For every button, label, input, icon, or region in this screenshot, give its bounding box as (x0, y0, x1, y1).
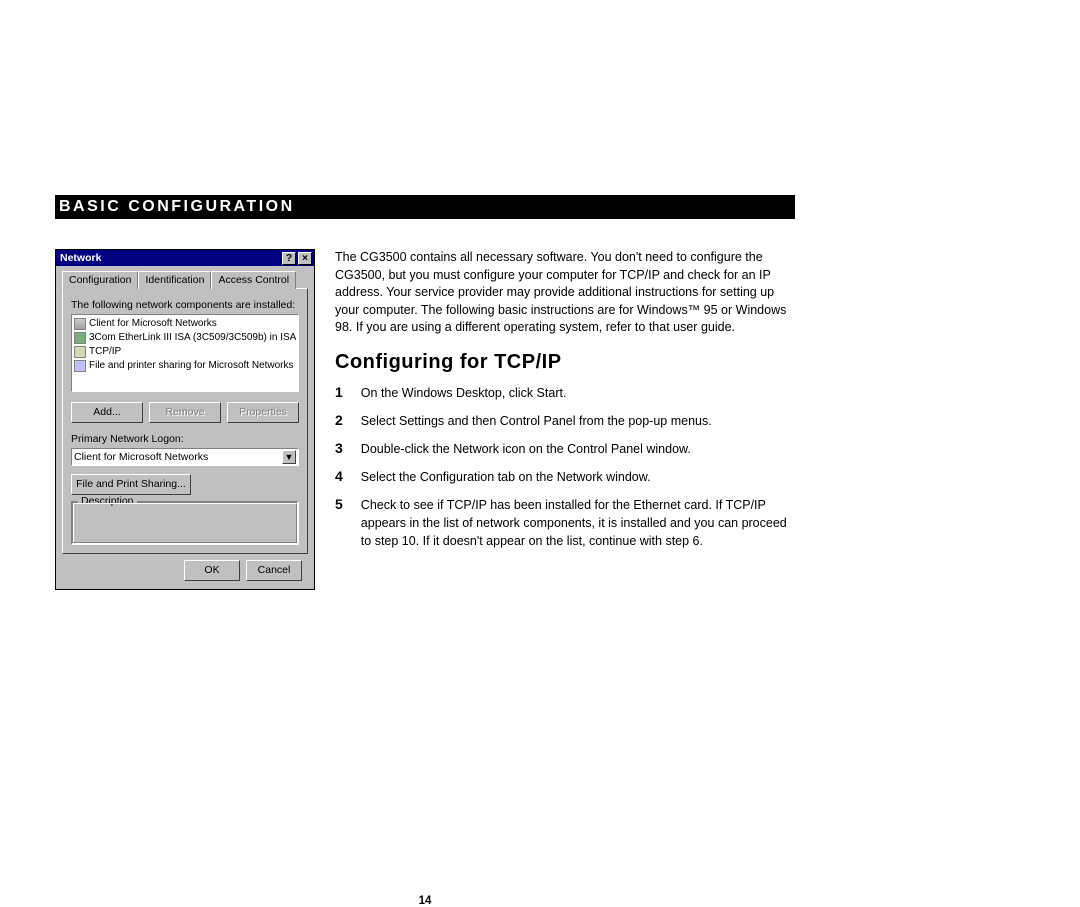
tab-identification[interactable]: Identification (138, 271, 211, 289)
window-title: Network (60, 252, 280, 264)
tab-panel: The following network components are ins… (62, 288, 308, 554)
step-text: Double-click the Network icon on the Con… (361, 440, 795, 468)
list-item[interactable]: 3Com EtherLink III ISA (3C509/3C509b) in… (74, 331, 296, 345)
ok-button[interactable]: OK (184, 560, 240, 581)
components-listbox[interactable]: Client for Microsoft Networks 3Com Ether… (71, 314, 299, 392)
adapter-icon (74, 332, 86, 344)
remove-button: Remove (149, 402, 221, 423)
section-header: BASIC CONFIGURATION (55, 195, 795, 219)
cancel-button[interactable]: Cancel (246, 560, 302, 581)
step-number: 4 (335, 468, 361, 496)
titlebar: Network ? × (56, 250, 314, 266)
primary-logon-label: Primary Network Logon: (71, 433, 299, 445)
protocol-icon (74, 346, 86, 358)
list-item[interactable]: File and printer sharing for Microsoft N… (74, 359, 296, 373)
list-item[interactable]: TCP/IP (74, 345, 296, 359)
help-button[interactable]: ? (282, 252, 296, 265)
step-text: Select the Configuration tab on the Netw… (361, 468, 795, 496)
step-number: 3 (335, 440, 361, 468)
properties-button: Properties (227, 402, 299, 423)
step-number: 5 (335, 496, 361, 560)
page-number: 14 (55, 895, 795, 907)
primary-logon-value: Client for Microsoft Networks (74, 451, 208, 463)
step-number: 2 (335, 412, 361, 440)
add-button[interactable]: Add... (71, 402, 143, 423)
tab-configuration[interactable]: Configuration (62, 271, 138, 289)
intro-paragraph: The CG3500 contains all necessary softwa… (335, 249, 795, 337)
step-text: On the Windows Desktop, click Start. (361, 384, 795, 412)
section-header-text: BASIC CONFIGURATION (59, 198, 295, 215)
subheading: Configuring for TCP/IP (335, 351, 795, 374)
description-groupbox: Description (71, 501, 299, 545)
components-label: The following network components are ins… (71, 299, 299, 311)
tab-access-control[interactable]: Access Control (211, 271, 296, 289)
description-legend: Description (78, 495, 137, 507)
close-button[interactable]: × (298, 252, 312, 265)
steps-list: 1On the Windows Desktop, click Start. 2S… (335, 384, 795, 561)
step-text: Check to see if TCP/IP has been installe… (361, 496, 795, 560)
step-text: Select Settings and then Control Panel f… (361, 412, 795, 440)
client-icon (74, 318, 86, 330)
network-dialog: Network ? × Configuration Identification… (55, 249, 315, 590)
tabstrip: Configuration Identification Access Cont… (62, 271, 308, 289)
service-icon (74, 360, 86, 372)
body-text-column: The CG3500 contains all necessary softwa… (335, 249, 795, 590)
primary-logon-combo[interactable]: Client for Microsoft Networks ▼ (71, 448, 299, 466)
step-number: 1 (335, 384, 361, 412)
chevron-down-icon[interactable]: ▼ (282, 450, 296, 464)
screenshot-figure: Network ? × Configuration Identification… (55, 249, 315, 590)
file-print-sharing-button[interactable]: File and Print Sharing... (71, 474, 191, 495)
list-item[interactable]: Client for Microsoft Networks (74, 317, 296, 331)
